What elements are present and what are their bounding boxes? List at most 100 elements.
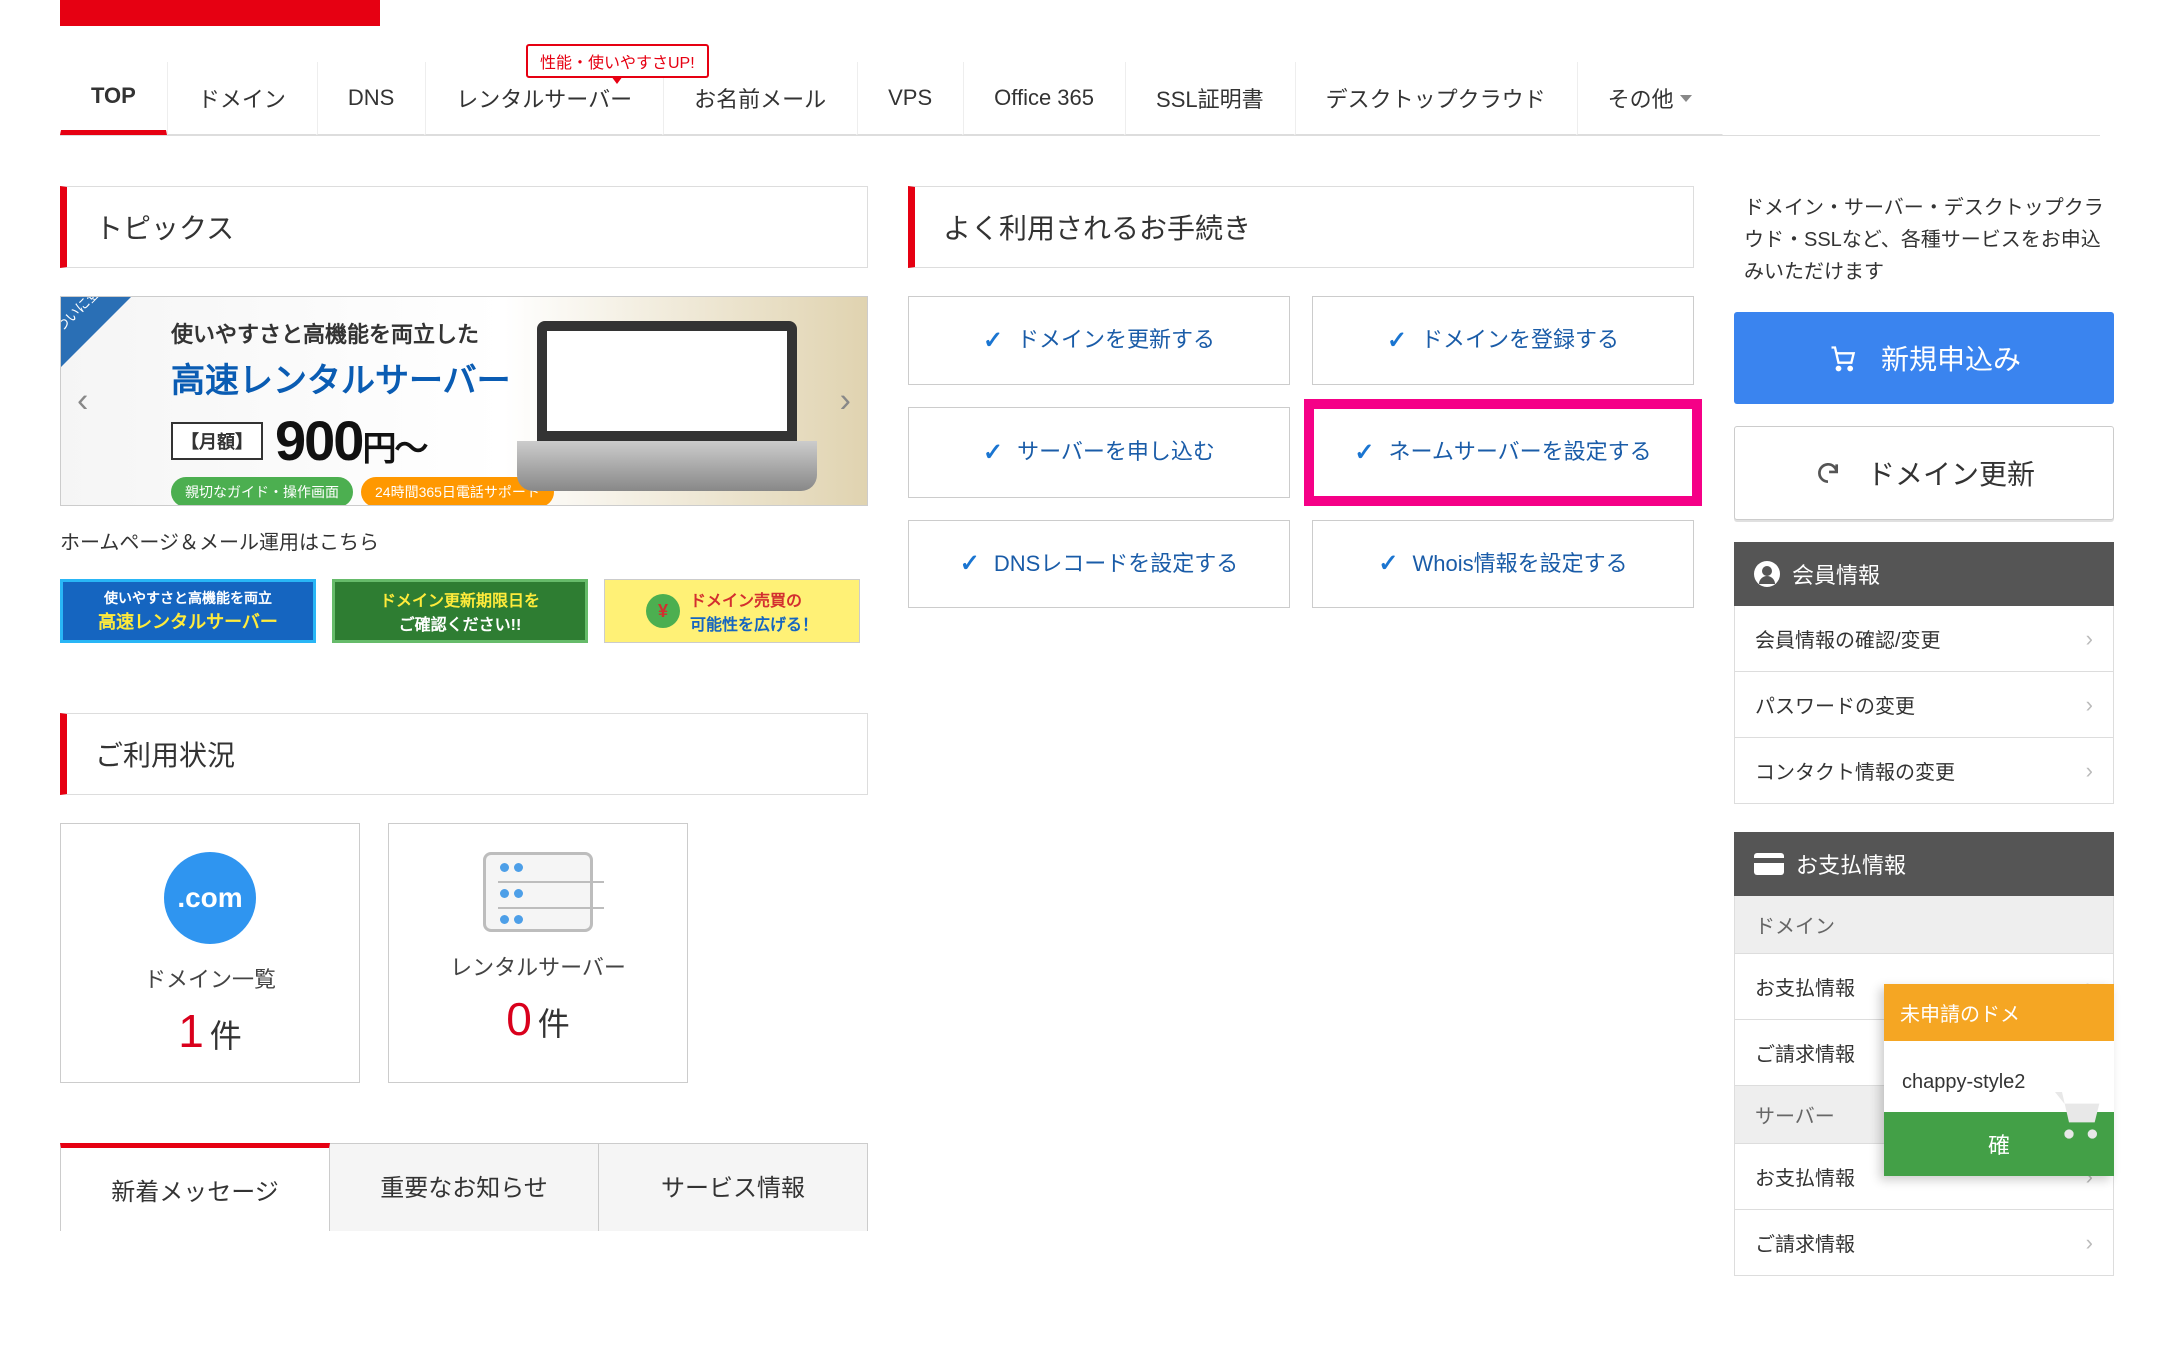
- usage-card-domain[interactable]: .com ドメイン一覧 1件: [60, 823, 360, 1083]
- banner-3-line1: ドメイン売買の: [690, 587, 818, 611]
- check-icon: ✓: [1354, 438, 1374, 467]
- payment-sub-domain-label: ドメイン: [1755, 910, 1835, 939]
- banner-3-line2: 可能性を広げる！: [690, 611, 818, 635]
- topics-heading: トピックス: [60, 186, 868, 268]
- usage-card-server[interactable]: レンタルサーバー 0件: [388, 823, 688, 1083]
- laptop-illustration: [537, 321, 817, 491]
- payment-info-head: お支払情報: [1734, 832, 2114, 896]
- server-icon: [483, 852, 593, 932]
- nav-desktop-cloud[interactable]: デスクトップクラウド: [1295, 62, 1577, 135]
- credit-card-icon: [1754, 853, 1784, 875]
- check-icon: ✓: [1387, 326, 1407, 355]
- message-tabs: 新着メッセージ 重要なお知らせ サービス情報: [60, 1143, 868, 1231]
- billing-domain-info-label: ご請求情報: [1755, 1038, 1855, 1067]
- payment-sub-domain: ドメイン: [1734, 896, 2114, 954]
- dotcom-icon: .com: [164, 852, 256, 944]
- usage-server-label: レンタルサーバー: [409, 950, 667, 982]
- check-icon: ✓: [983, 438, 1003, 467]
- cart-icon: [1827, 343, 1857, 373]
- usage-domain-label: ドメイン一覧: [81, 962, 339, 994]
- usage-heading: ご利用状況: [60, 713, 868, 795]
- banner-2-line1: ドメイン更新期限日を: [380, 587, 540, 611]
- payment-server-info-label: お支払情報: [1755, 1162, 1855, 1191]
- carousel-price: 900円〜: [275, 408, 426, 473]
- member-info-confirm[interactable]: 会員情報の確認/変更 ›: [1734, 606, 2114, 672]
- proc-renew-domain[interactable]: ✓ ドメインを更新する: [908, 296, 1290, 385]
- proc-register-domain-label: ドメインを登録する: [1421, 325, 1619, 356]
- banner-1-line2: 高速レンタルサーバー: [98, 608, 278, 634]
- member-info-confirm-label: 会員情報の確認/変更: [1755, 624, 1941, 653]
- nav-office365[interactable]: Office 365: [963, 62, 1125, 135]
- nav-dns[interactable]: DNS: [317, 62, 425, 135]
- tab-important-notices[interactable]: 重要なお知らせ: [330, 1143, 599, 1231]
- float-notif-domain: chappy-style2: [1902, 1071, 2025, 1093]
- tab-new-messages[interactable]: 新着メッセージ: [60, 1143, 330, 1231]
- member-password-change[interactable]: パスワードの変更 ›: [1734, 672, 2114, 738]
- coin-icon: ¥: [646, 594, 680, 628]
- payment-info-label: お支払情報: [1796, 848, 1906, 880]
- carousel-pill-guide: 親切なガイド・操作画面: [171, 477, 353, 506]
- usage-server-count: 0件: [409, 992, 667, 1046]
- chevron-right-icon: ›: [2086, 692, 2093, 718]
- proc-set-nameserver[interactable]: ✓ ネームサーバーを設定する: [1312, 407, 1694, 498]
- banner-1-line1: 使いやすさと高機能を両立: [104, 588, 272, 608]
- nav-vps[interactable]: VPS: [857, 62, 963, 135]
- carousel-price-label: 【月額】: [171, 422, 263, 460]
- proc-set-nameserver-label: ネームサーバーを設定する: [1388, 437, 1651, 468]
- check-icon: ✓: [960, 549, 980, 578]
- carousel-caption: ホームページ＆メール運用はこちら: [60, 526, 868, 555]
- float-notif-body: chappy-style2: [1884, 1041, 2114, 1112]
- cart-watermark-icon: [2048, 1085, 2104, 1153]
- member-password-change-label: パスワードの変更: [1755, 690, 1915, 719]
- nav-other-label: その他: [1608, 82, 1674, 114]
- float-notif-head: 未申請のドメ: [1884, 984, 2114, 1041]
- proc-set-dns-record-label: DNSレコードを設定する: [994, 549, 1238, 580]
- nav-top[interactable]: TOP: [60, 62, 167, 135]
- member-contact-change-label: コンタクト情報の変更: [1755, 756, 1955, 785]
- check-icon: ✓: [983, 326, 1003, 355]
- chevron-right-icon: ›: [2086, 626, 2093, 652]
- payment-sub-server-label: サーバー: [1755, 1100, 1835, 1129]
- member-contact-change[interactable]: コンタクト情報の変更 ›: [1734, 738, 2114, 804]
- main-nav: TOP ドメイン DNS レンタルサーバー お名前メール VPS Office …: [60, 62, 2100, 136]
- renew-button-label: ドメイン更新: [1867, 453, 2035, 493]
- tab-service-info[interactable]: サービス情報: [599, 1143, 868, 1231]
- banner-2-line2: ご確認ください!!: [399, 611, 522, 635]
- floating-notification: 未申請のドメ chappy-style2 確: [1884, 984, 2114, 1176]
- proc-set-dns-record[interactable]: ✓ DNSレコードを設定する: [908, 520, 1290, 609]
- member-info-head: 会員情報: [1734, 542, 2114, 606]
- avatar-icon: [1754, 561, 1780, 587]
- payment-domain-info-label: お支払情報: [1755, 972, 1855, 1001]
- banner-domain-expiry[interactable]: ドメイン更新期限日を ご確認ください!!: [332, 579, 588, 643]
- proc-register-domain[interactable]: ✓ ドメインを登録する: [1312, 296, 1694, 385]
- billing-server-info[interactable]: ご請求情報 ›: [1734, 1210, 2114, 1276]
- proc-apply-server[interactable]: ✓ サーバーを申し込む: [908, 407, 1290, 498]
- nav-domain[interactable]: ドメイン: [167, 62, 317, 135]
- nav-ssl[interactable]: SSL証明書: [1125, 62, 1295, 135]
- chevron-right-icon: ›: [2086, 1230, 2093, 1256]
- refresh-icon: [1813, 458, 1843, 488]
- nav-other[interactable]: その他: [1577, 62, 1723, 135]
- brand-logo[interactable]: [60, 0, 380, 26]
- chevron-right-icon: ›: [2086, 758, 2093, 784]
- carousel-prev-icon[interactable]: ‹: [67, 372, 98, 431]
- proc-set-whois-label: Whois情報を設定する: [1412, 549, 1627, 580]
- proc-apply-server-label: サーバーを申し込む: [1017, 437, 1215, 468]
- billing-server-info-label: ご請求情報: [1755, 1228, 1855, 1257]
- proc-set-whois[interactable]: ✓ Whois情報を設定する: [1312, 520, 1694, 609]
- banner-rental-server[interactable]: 使いやすさと高機能を両立 高速レンタルサーバー: [60, 579, 316, 643]
- procedures-heading: よく利用されるお手続き: [908, 186, 1694, 268]
- apply-button-label: 新規申込み: [1881, 338, 2021, 378]
- chevron-down-icon: [1680, 95, 1692, 102]
- carousel-next-icon[interactable]: ›: [830, 372, 861, 431]
- check-icon: ✓: [1378, 549, 1398, 578]
- renew-button[interactable]: ドメイン更新: [1734, 426, 2114, 520]
- apply-button[interactable]: 新規申込み: [1734, 312, 2114, 404]
- proc-renew-domain-label: ドメインを更新する: [1017, 325, 1215, 356]
- usage-domain-count: 1件: [81, 1004, 339, 1058]
- sidebar-promo-text: ドメイン・サーバー・デスクトップクラウド・SSLなど、各種サービスをお申込みいた…: [1734, 186, 2114, 312]
- topics-carousel[interactable]: ついに登場! ‹ › 使いやすさと高機能を両立した 高速レンタルサーバー 【月額…: [60, 296, 868, 506]
- banner-domain-trade[interactable]: ¥ ドメイン売買の 可能性を広げる！: [604, 579, 860, 643]
- nav-badge: 性能・使いやすさUP!: [526, 44, 709, 78]
- member-info-label: 会員情報: [1792, 558, 1880, 590]
